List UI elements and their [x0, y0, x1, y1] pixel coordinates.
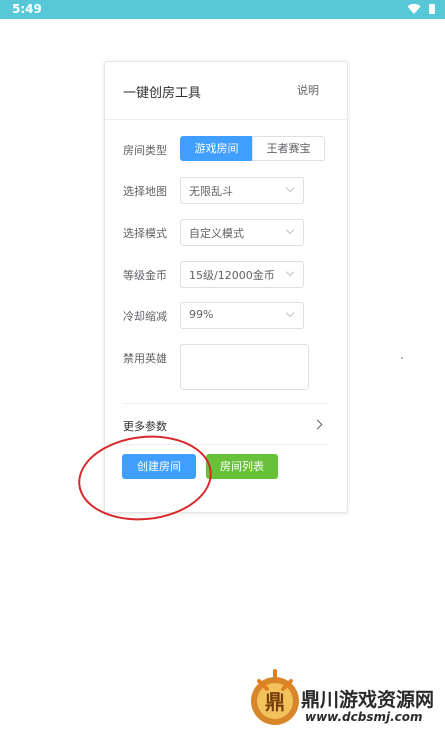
map-label: 选择地图 — [123, 185, 167, 198]
chevron-down-icon — [285, 183, 295, 193]
room-type-option-king-match[interactable]: 王者赛宝 — [252, 136, 325, 161]
level-gold-select-value: 15级/12000金币 — [189, 269, 275, 282]
mode-select[interactable]: 自定义模式 — [180, 219, 304, 246]
banned-heroes-label: 禁用英雄 — [123, 352, 167, 365]
battery-icon — [429, 4, 435, 14]
map-select-value: 无限乱斗 — [189, 185, 233, 198]
cooldown-select-value: 99% — [189, 308, 214, 321]
room-type-label: 房间类型 — [123, 144, 167, 157]
header-divider — [105, 119, 347, 120]
status-bar: 5:49 — [0, 0, 445, 19]
more-params-top-divider — [123, 403, 329, 404]
wifi-icon — [407, 3, 421, 15]
mode-label: 选择模式 — [123, 227, 167, 240]
room-type-segmented-control: 游戏房间 王者赛宝 — [180, 136, 325, 161]
cooldown-label: 冷却缩减 — [123, 310, 167, 323]
status-time: 5:49 — [12, 2, 42, 16]
watermark-title: 鼎川游戏资源网 — [301, 689, 435, 711]
mode-select-value: 自定义模式 — [189, 227, 244, 240]
watermark-logo-icon: 鼎 — [251, 669, 299, 725]
chevron-down-icon — [285, 308, 295, 318]
banned-heroes-textarea[interactable] — [180, 344, 309, 390]
stray-dot — [401, 357, 403, 359]
card-title: 一键创房工具 — [123, 86, 202, 101]
more-params-label[interactable]: 更多参数 — [123, 418, 167, 434]
chevron-down-icon — [285, 267, 295, 277]
svg-text:鼎: 鼎 — [265, 690, 285, 714]
map-select[interactable]: 无限乱斗 — [180, 177, 304, 204]
room-type-option-game-room[interactable]: 游戏房间 — [180, 136, 253, 161]
chevron-right-icon[interactable] — [312, 419, 323, 430]
room-list-button[interactable]: 房间列表 — [206, 454, 278, 479]
cooldown-select[interactable]: 99% — [180, 302, 304, 329]
level-gold-select[interactable]: 15级/12000金币 — [180, 261, 304, 288]
watermark: 鼎 鼎川游戏资源网 www.dcbsmj.com — [243, 663, 445, 733]
level-gold-label: 等级金币 — [123, 269, 167, 282]
status-icons — [407, 3, 435, 15]
chevron-down-icon — [285, 225, 295, 235]
watermark-url: www.dcbsmj.com — [305, 710, 423, 724]
help-link[interactable]: 说明 — [297, 82, 319, 98]
